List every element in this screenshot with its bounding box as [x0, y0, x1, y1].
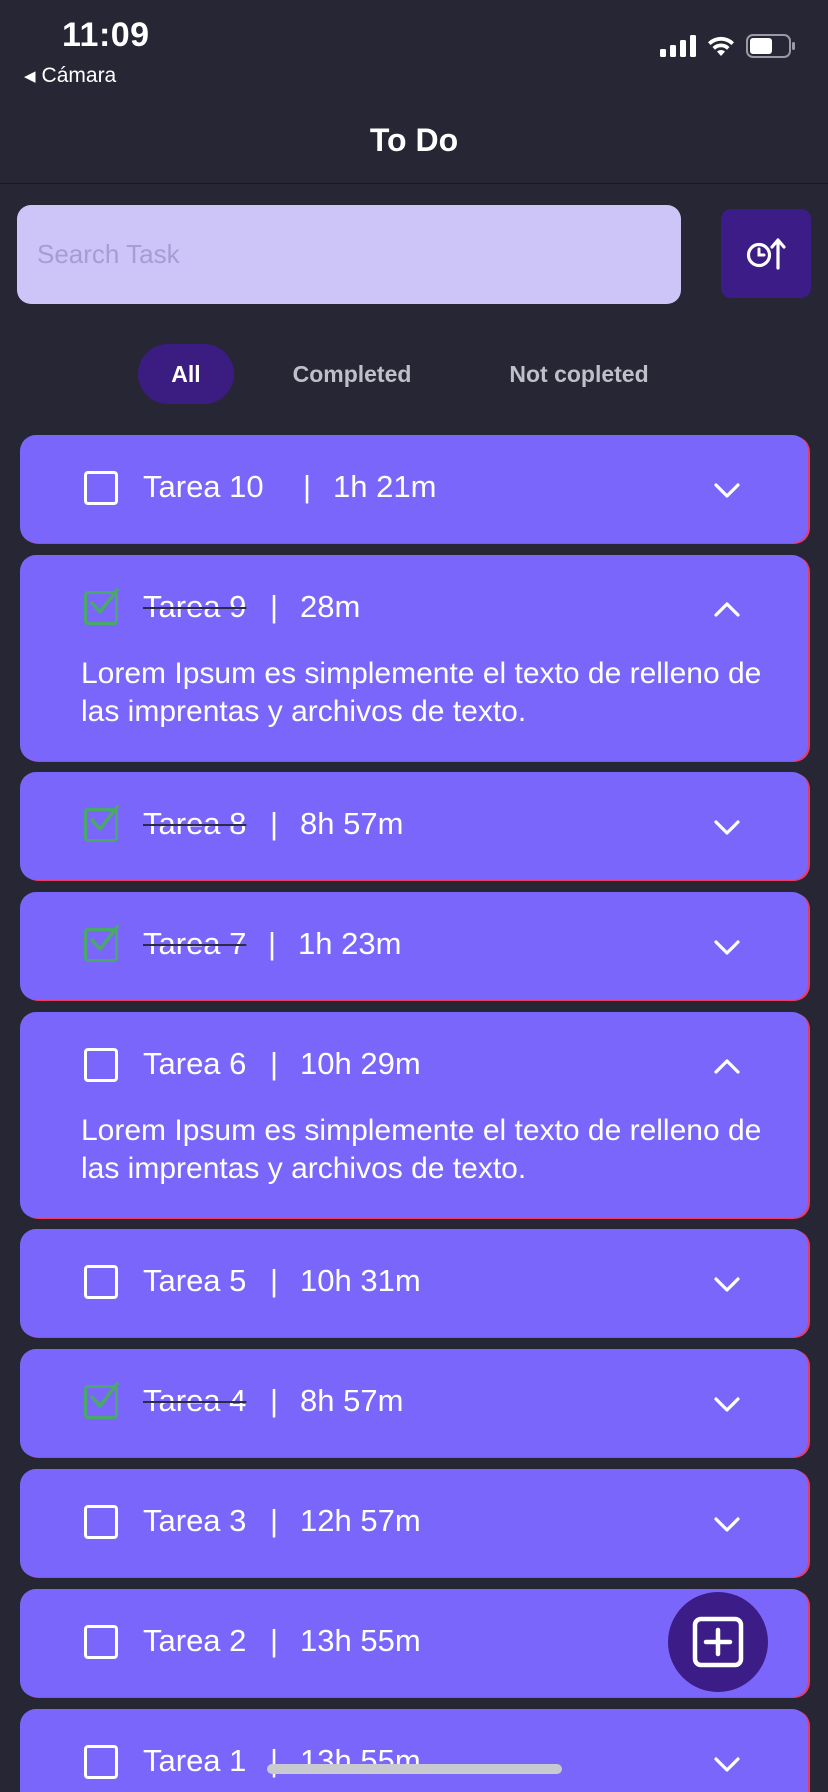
status-bar: 11:09 ◀ Cámara — [0, 0, 828, 96]
task-separator: | — [270, 806, 279, 841]
task-title: Tarea 1 — [143, 1743, 247, 1778]
task-duration: 13h 55m — [300, 1623, 421, 1658]
task-checkbox[interactable] — [84, 1382, 119, 1419]
task-duration: 8h 57m — [300, 806, 404, 841]
task-duration: 10h 31m — [300, 1263, 421, 1298]
task-checkbox[interactable] — [84, 925, 119, 962]
task-separator: | — [268, 926, 277, 961]
task-duration: 8h 57m — [300, 1383, 404, 1418]
task-separator: | — [270, 1623, 279, 1658]
back-triangle-icon: ◀ — [24, 68, 36, 85]
checkmark-icon — [90, 588, 119, 614]
signal-icon — [660, 35, 696, 57]
checkmark-icon — [90, 925, 119, 951]
checkmark-icon — [90, 805, 119, 831]
chevron-up-icon[interactable] — [710, 1050, 744, 1084]
task-separator: | — [270, 1383, 279, 1418]
task-card[interactable]: Tarea 9 | 28m Lorem Ipsum es simplemente… — [20, 555, 808, 761]
status-icons — [660, 34, 796, 58]
task-checkbox[interactable] — [84, 588, 119, 625]
task-title: Tarea 4 — [143, 1383, 247, 1418]
task-title: Tarea 7 — [143, 926, 247, 961]
task-card[interactable]: Tarea 4 | 8h 57m — [20, 1349, 808, 1457]
task-title: Tarea 2 — [143, 1623, 247, 1658]
task-checkbox[interactable] — [84, 471, 118, 505]
task-card[interactable]: Tarea 3 | 12h 57m — [20, 1469, 808, 1577]
task-separator: | — [270, 1503, 279, 1538]
chevron-down-icon[interactable] — [710, 930, 744, 964]
chevron-down-icon[interactable] — [710, 1267, 744, 1301]
task-duration: 1h 23m — [298, 926, 402, 961]
task-checkbox[interactable] — [84, 1048, 118, 1082]
task-checkbox[interactable] — [84, 1265, 118, 1299]
task-duration: 1h 21m — [333, 469, 437, 504]
chevron-down-icon[interactable] — [710, 1387, 744, 1421]
task-checkbox[interactable] — [84, 1745, 118, 1779]
todo-screen: 11:09 ◀ Cámara To Do Search Task All Com… — [0, 0, 828, 1792]
task-separator: | — [270, 1263, 279, 1298]
task-title: Tarea 9 — [143, 589, 247, 624]
task-card[interactable]: Tarea 1 | 13h 55m — [20, 1709, 808, 1792]
battery-icon — [746, 34, 795, 58]
task-duration: 10h 29m — [300, 1046, 421, 1081]
task-card[interactable]: Tarea 5 | 10h 31m — [20, 1229, 808, 1337]
sort-by-time-button[interactable] — [721, 209, 811, 298]
chevron-up-icon[interactable] — [710, 593, 744, 627]
filter-tab-completed[interactable]: Completed — [272, 344, 432, 404]
wifi-icon — [708, 36, 734, 56]
back-app-label: Cámara — [41, 64, 117, 87]
task-title: Tarea 10 — [143, 469, 264, 504]
task-title: Tarea 5 — [143, 1263, 247, 1298]
filter-tab-not-completed[interactable]: Not copleted — [488, 344, 670, 404]
task-card[interactable]: Tarea 6 | 10h 29m Lorem Ipsum es simplem… — [20, 1012, 808, 1218]
page-title: To Do — [369, 122, 459, 158]
chevron-down-icon[interactable] — [710, 473, 744, 507]
task-description: Lorem Ipsum es simplemente el texto de r… — [81, 1114, 762, 1185]
status-time: 11:09 — [62, 16, 150, 54]
task-separator: | — [303, 469, 312, 504]
home-indicator[interactable] — [267, 1764, 562, 1774]
task-checkbox[interactable] — [84, 1505, 118, 1539]
chevron-down-icon[interactable] — [710, 1507, 744, 1541]
search-input[interactable] — [17, 205, 681, 304]
task-checkbox[interactable] — [84, 805, 119, 842]
task-card[interactable]: Tarea 8 | 8h 57m — [20, 772, 808, 880]
chevron-down-icon[interactable] — [710, 810, 744, 844]
navigation-bar: To Do — [0, 96, 828, 184]
task-duration: 28m — [300, 589, 361, 624]
add-task-button[interactable] — [668, 1592, 768, 1692]
task-card[interactable]: Tarea 10 | 1h 21m — [20, 435, 808, 543]
clock-sort-up-icon — [746, 237, 786, 270]
task-description: Lorem Ipsum es simplemente el texto de r… — [81, 657, 762, 728]
task-separator: | — [270, 589, 279, 624]
checkmark-icon — [90, 1382, 119, 1408]
task-card[interactable]: Tarea 7 | 1h 23m — [20, 892, 808, 1000]
task-checkbox[interactable] — [84, 1625, 118, 1659]
task-title: Tarea 6 — [143, 1046, 247, 1081]
filter-tab-all[interactable]: All — [138, 344, 234, 404]
task-title: Tarea 3 — [143, 1503, 247, 1538]
task-duration: 12h 57m — [300, 1503, 421, 1538]
back-to-app-link[interactable]: ◀ Cámara — [24, 64, 116, 88]
task-title: Tarea 8 — [143, 806, 247, 841]
task-separator: | — [270, 1046, 279, 1081]
add-square-icon — [692, 1616, 744, 1668]
chevron-down-icon[interactable] — [710, 1747, 744, 1781]
